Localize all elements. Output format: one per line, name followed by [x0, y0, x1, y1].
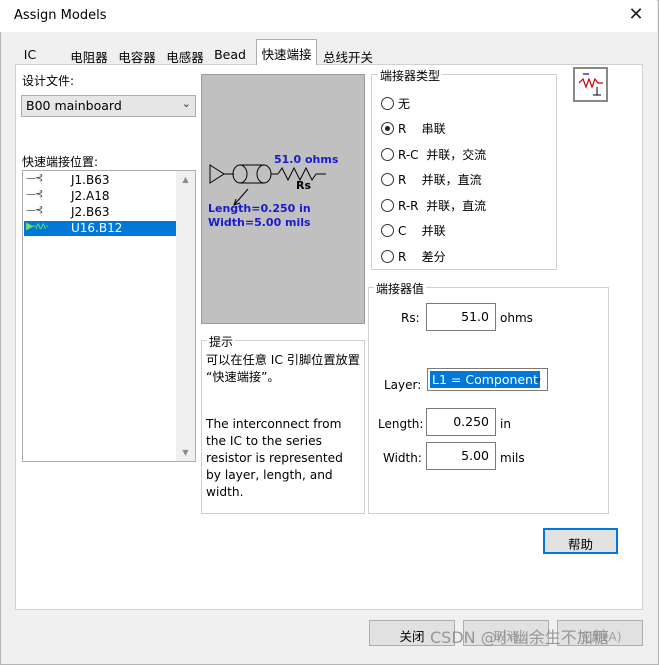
radio-label: R-R 并联，直流 — [398, 199, 487, 213]
rs-input[interactable]: 51.0 — [426, 303, 496, 331]
radio-r-series[interactable]: R 串联 — [381, 120, 446, 136]
hint-text-line: the IC to the series — [206, 434, 322, 448]
layer-label: Layer: — [384, 378, 422, 392]
radio-none[interactable]: 无 — [381, 95, 410, 111]
positions-list[interactable]: —⊰ J1.B63 —⊰ J2.A18 —⊰ J2.B63 ▶-ʌʌ- U16.… — [22, 170, 196, 462]
length-label: Length: — [378, 417, 424, 431]
watermark: CSDN @小幽余生不加糖 — [430, 628, 609, 647]
tab-bus-switch[interactable]: 总线开关 — [320, 42, 376, 65]
rs-label: Rs: — [401, 311, 420, 325]
width-unit: mils — [500, 451, 525, 465]
radio-button[interactable] — [381, 250, 394, 263]
design-file-label: 设计文件: — [22, 74, 75, 88]
radio-rc-parallel-ac[interactable]: R-C 并联，交流 — [381, 146, 486, 162]
scroll-down-icon[interactable]: ▼ — [176, 448, 195, 457]
series-resistor-schematic — [209, 164, 326, 206]
scroll-up-icon[interactable]: ▲ — [176, 175, 195, 184]
diagram-width-label: Width=5.00 mils — [208, 216, 311, 229]
hint-text-line: The interconnect from — [206, 417, 342, 431]
radio-rr-parallel-dc[interactable]: R-R 并联，直流 — [381, 197, 486, 213]
hint-line-2: “快速端接”。 — [206, 370, 280, 384]
radio-button[interactable] — [381, 97, 394, 110]
design-file-select[interactable]: B00 mainboard ⌄ — [21, 95, 196, 117]
layer-select[interactable]: L1 = Component ⌄ — [427, 368, 548, 391]
radio-label: C 并联 — [398, 224, 446, 238]
window-title: Assign Models — [14, 8, 107, 23]
hint-text-line: by layer, length, and — [206, 468, 333, 482]
chevron-down-icon: ⌄ — [533, 371, 543, 384]
diagram-length-label: Length=0.250 in — [208, 202, 311, 215]
list-item-label: J2.B63 — [71, 205, 110, 219]
tab-resistor[interactable]: 电阻器 — [66, 42, 112, 65]
tab-quick-terminator[interactable]: 快速端接 — [256, 39, 317, 65]
tab-inductor[interactable]: 电感器 — [162, 42, 208, 65]
diagram-rs-label: Rs — [296, 179, 312, 192]
list-item-selected[interactable]: ▶-ʌʌ- U16.B12 — [24, 221, 176, 236]
positions-label: 快速端接位置: — [22, 155, 99, 169]
terminator-preview-icon — [573, 67, 608, 102]
close-icon[interactable]: ✕ — [627, 6, 645, 24]
width-input[interactable]: 5.00 — [426, 442, 496, 470]
radio-label: R 差分 — [398, 250, 446, 264]
hint-line-1: 可以在任意 IC 引脚位置放置 — [206, 353, 360, 367]
radio-button-checked[interactable] — [381, 122, 394, 135]
terminator-value-title: 端接器值 — [374, 280, 427, 297]
diagram-ohms-label: 51.0 ohms — [274, 153, 339, 166]
list-item-label: J2.A18 — [71, 189, 110, 203]
radio-button[interactable] — [381, 173, 394, 186]
list-item[interactable]: —⊰ J1.B63 — [24, 173, 176, 188]
tab-bead[interactable]: Bead — [210, 42, 250, 64]
terminator-type-title: 端接器类型 — [378, 67, 443, 84]
radio-r-parallel-dc[interactable]: R 并联，直流 — [381, 171, 482, 187]
radio-button[interactable] — [381, 148, 394, 161]
radio-button[interactable] — [381, 199, 394, 212]
radio-label: R-C 并联，交流 — [398, 148, 487, 162]
tab-ic[interactable]: IC — [18, 42, 42, 64]
radio-c-parallel[interactable]: C 并联 — [381, 222, 446, 238]
radio-label: 无 — [398, 97, 411, 111]
width-label: Width: — [383, 451, 422, 465]
terminator-diagram: 51.0 ohms Rs Length=0.250 in Width=5.00 … — [201, 74, 365, 324]
radio-r-differential[interactable]: R 差分 — [381, 248, 446, 264]
terminator-pin-icon: —⊰ — [26, 189, 43, 200]
positions-scrollbar[interactable]: ▲ ▼ — [176, 171, 195, 461]
list-item-label: U16.B12 — [71, 221, 123, 235]
terminator-pin-icon: —⊰ — [26, 205, 43, 216]
hint-text-line: width. — [206, 485, 244, 499]
chevron-down-icon: ⌄ — [181, 97, 191, 110]
hint-title: 提示 — [207, 333, 236, 350]
list-item[interactable]: —⊰ J2.B63 — [24, 205, 176, 220]
list-item-label: J1.B63 — [71, 173, 110, 187]
layer-selected-value: L1 = Component — [430, 371, 540, 388]
series-resistor-icon: ▶-ʌʌ- — [26, 221, 49, 232]
list-item[interactable]: —⊰ J2.A18 — [24, 189, 176, 204]
tab-capacitor[interactable]: 电容器 — [114, 42, 160, 65]
radio-label: R 串联 — [398, 122, 446, 136]
length-unit: in — [500, 417, 511, 431]
terminator-pin-icon: —⊰ — [26, 173, 43, 184]
resistor-icon — [578, 73, 603, 96]
radio-button[interactable] — [381, 224, 394, 237]
radio-label: R 并联，直流 — [398, 173, 482, 187]
rs-unit: ohms — [500, 311, 533, 325]
length-input[interactable]: 0.250 — [426, 408, 496, 436]
hint-text-line: resistor is represented — [206, 451, 343, 465]
design-file-value: B00 mainboard — [26, 98, 122, 113]
help-button[interactable]: 帮助 — [543, 528, 618, 554]
